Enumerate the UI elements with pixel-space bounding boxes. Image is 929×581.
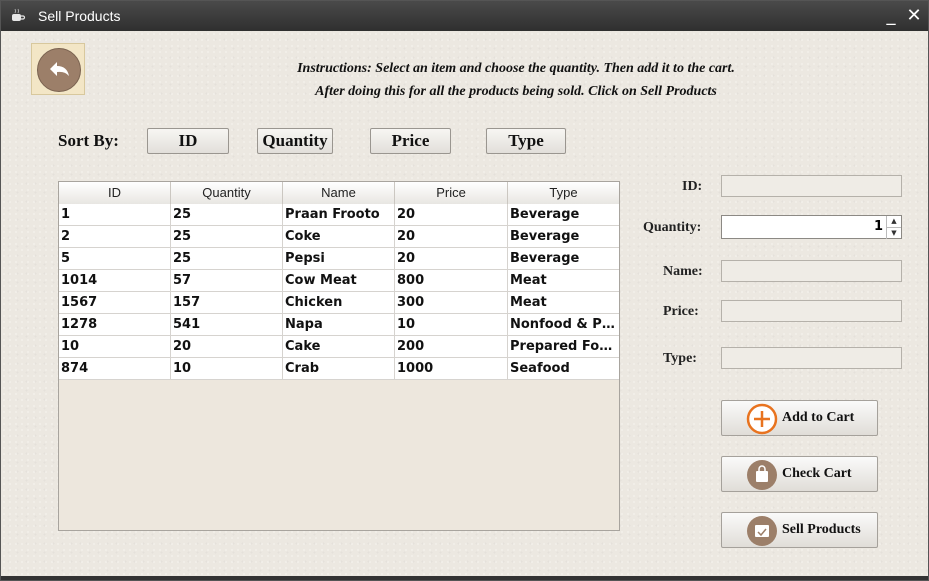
instructions-line-1: Instructions: Select an item and choose … (297, 61, 735, 76)
cell-type: Beverage (510, 229, 580, 244)
cell-id: 1567 (59, 292, 171, 313)
back-button[interactable] (31, 43, 85, 95)
quantity-up-icon[interactable]: ▲ (886, 216, 901, 227)
column-header-price[interactable]: Price (395, 182, 508, 204)
cell-quantity: 541 (171, 314, 283, 335)
table-row[interactable]: 874 10 Crab 1000 Seafood (59, 358, 619, 380)
cell-name: Cow Meat (283, 270, 395, 291)
id-field[interactable] (721, 175, 902, 197)
cell-id: 2 (59, 226, 171, 247)
column-header-name[interactable]: Name (283, 182, 395, 204)
cell-price: 20 (395, 226, 508, 247)
column-header-id[interactable]: ID (59, 182, 171, 204)
sort-quantity-button[interactable]: Quantity (257, 128, 333, 154)
cell-price: 300 (395, 292, 508, 313)
cell-type: Meat (510, 273, 547, 288)
cell-name: Chicken (283, 292, 395, 313)
sort-type-button[interactable]: Type (486, 128, 566, 154)
cell-type: Beverage (510, 251, 580, 266)
add-to-cart-button[interactable]: Add to Cart (721, 400, 878, 436)
table-row[interactable]: 2 25 Coke 20 Beverage (59, 226, 619, 248)
quantity-stepper[interactable]: 1 ▲ ▼ (721, 215, 902, 239)
cell-type: Seafood (510, 361, 570, 376)
instructions-text: Instructions: Select an item and choose … (251, 57, 781, 103)
sell-products-window: Sell Products _ ✕ Instructions: Select a… (0, 0, 929, 581)
type-field[interactable] (721, 347, 902, 369)
cell-quantity: 10 (171, 358, 283, 379)
cell-name: Crab (283, 358, 395, 379)
sell-products-button[interactable]: Sell Products (721, 512, 878, 548)
table-row[interactable]: 1278 541 Napa 10 Nonfood & Ph... (59, 314, 619, 336)
table-row[interactable]: 1 25 Praan Frooto 20 Beverage (59, 204, 619, 226)
cell-quantity: 25 (171, 204, 283, 225)
cell-name: Coke (283, 226, 395, 247)
cell-type: Prepared Foods (510, 339, 619, 354)
minimize-button[interactable]: _ (881, 6, 901, 26)
table-row[interactable]: 10 20 Cake 200 Prepared Foods (59, 336, 619, 358)
column-header-type[interactable]: Type (508, 182, 619, 204)
window-bottom-border (1, 576, 928, 580)
cell-type: Nonfood & Ph... (510, 317, 619, 332)
quantity-down-icon[interactable]: ▼ (886, 227, 901, 239)
cell-name: Praan Frooto (283, 204, 395, 225)
title-bar: Sell Products _ ✕ (1, 1, 928, 31)
sort-price-button[interactable]: Price (370, 128, 451, 154)
cell-name: Pepsi (283, 248, 395, 269)
cell-price: 20 (395, 204, 508, 225)
cell-quantity: 157 (171, 292, 283, 313)
table-row[interactable]: 1567 157 Chicken 300 Meat (59, 292, 619, 314)
add-to-cart-label: Add to Cart (782, 410, 855, 425)
price-label: Price: (663, 304, 699, 319)
sort-by-label: Sort By: (58, 131, 119, 150)
quantity-value: 1 (873, 219, 883, 234)
check-cart-button[interactable]: Check Cart (721, 456, 878, 492)
cell-quantity: 25 (171, 226, 283, 247)
cell-name: Napa (283, 314, 395, 335)
table-body: 1 25 Praan Frooto 20 Beverage 2 25 Coke … (59, 204, 619, 380)
coffee-cup-icon (12, 8, 26, 21)
table-header: ID Quantity Name Price Type (59, 182, 619, 205)
type-label: Type: (663, 351, 697, 366)
cell-type: Beverage (510, 207, 580, 222)
cell-type: Meat (510, 295, 547, 310)
instructions-line-2: After doing this for all the products be… (315, 84, 717, 99)
price-field[interactable] (721, 300, 902, 322)
table-row[interactable]: 5 25 Pepsi 20 Beverage (59, 248, 619, 270)
shopping-bag-icon (747, 460, 777, 490)
cell-quantity: 57 (171, 270, 283, 291)
column-header-quantity[interactable]: Quantity (171, 182, 283, 204)
table-row[interactable]: 1014 57 Cow Meat 800 Meat (59, 270, 619, 292)
cell-id: 1 (59, 204, 171, 225)
name-field[interactable] (721, 260, 902, 282)
quantity-label: Quantity: (643, 220, 702, 235)
cell-id: 874 (59, 358, 171, 379)
sort-id-button[interactable]: ID (147, 128, 229, 154)
back-arrow-icon (37, 48, 81, 92)
cell-name: Cake (283, 336, 395, 357)
name-label: Name: (663, 264, 703, 279)
id-label: ID: (682, 179, 703, 194)
plus-circle-icon (746, 403, 778, 435)
cell-price: 200 (395, 336, 508, 357)
cell-price: 10 (395, 314, 508, 335)
cell-price: 1000 (395, 358, 508, 379)
cell-quantity: 25 (171, 248, 283, 269)
receipt-icon (747, 516, 777, 546)
sell-products-label: Sell Products (782, 522, 861, 537)
cell-id: 5 (59, 248, 171, 269)
cell-quantity: 20 (171, 336, 283, 357)
cell-price: 800 (395, 270, 508, 291)
close-button[interactable]: ✕ (904, 6, 924, 26)
main-content: Instructions: Select an item and choose … (1, 31, 928, 578)
window-title: Sell Products (38, 8, 121, 24)
check-cart-label: Check Cart (782, 466, 852, 481)
cell-price: 20 (395, 248, 508, 269)
cell-id: 10 (59, 336, 171, 357)
cell-id: 1278 (59, 314, 171, 335)
products-table[interactable]: ID Quantity Name Price Type 1 25 Praan F… (58, 181, 620, 531)
cell-id: 1014 (59, 270, 171, 291)
